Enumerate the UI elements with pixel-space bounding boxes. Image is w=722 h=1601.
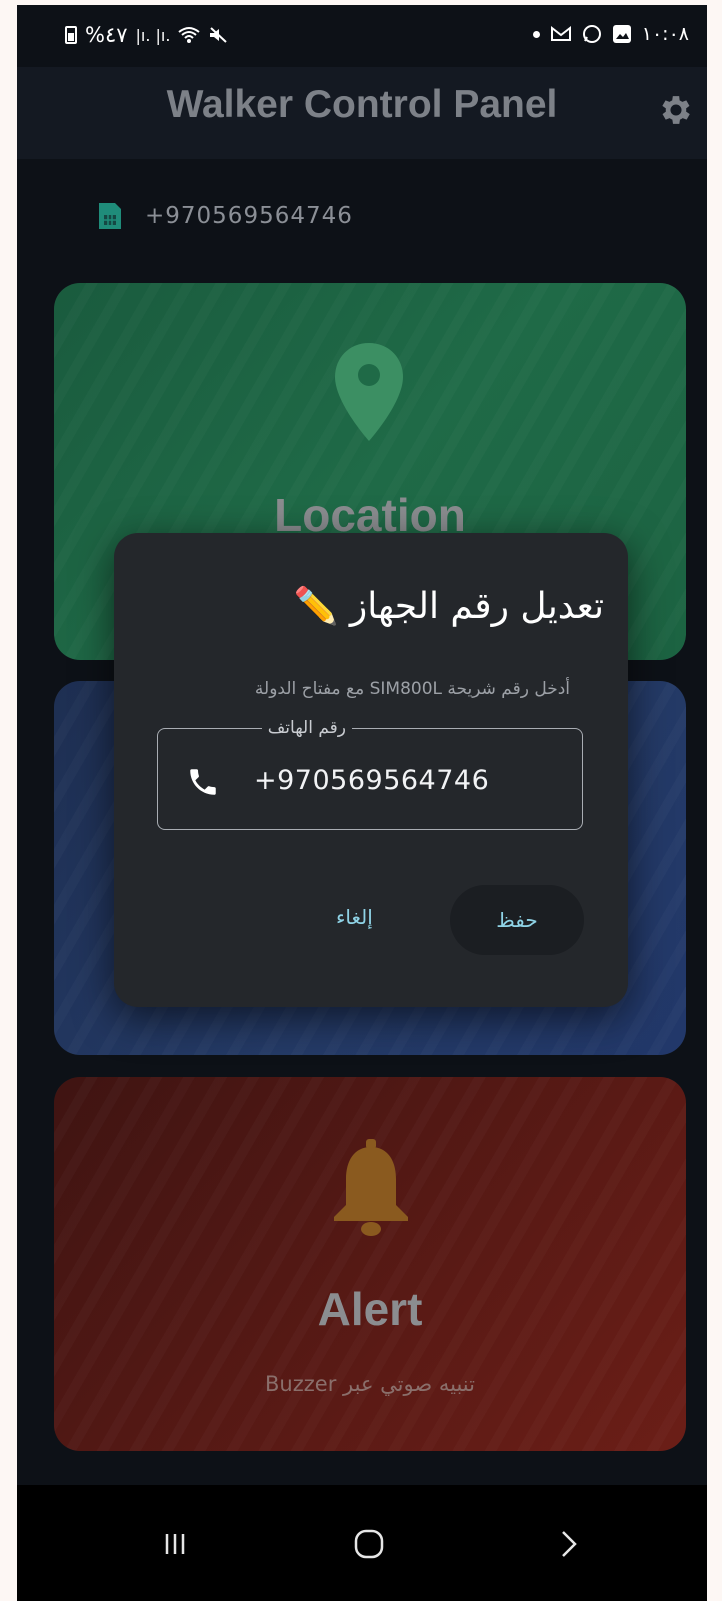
whatsapp-icon (582, 25, 601, 43)
recents-button[interactable] (145, 1519, 205, 1569)
alert-card[interactable]: Alert Buzzer تنبيه صوتي عبر (54, 1077, 686, 1451)
save-button[interactable]: حفظ (450, 885, 584, 955)
dialog-description: أدخل رقم شريحة SIM800L مع مفتاح الدولة (254, 679, 570, 699)
battery-percent: %٤٧ (85, 23, 128, 47)
home-button[interactable] (339, 1519, 399, 1569)
alert-subtitle: Buzzer تنبيه صوتي عبر (265, 1372, 475, 1396)
gallery-icon (612, 25, 631, 43)
mute-icon (210, 27, 228, 43)
recents-icon (165, 1534, 185, 1554)
status-right: ١٠:٠٨ (532, 23, 689, 45)
app-bar: Walker Control Panel (17, 67, 707, 159)
sim-row: +970569564746 (97, 201, 353, 231)
status-left: %٤٧ |ı. |ı. (65, 23, 228, 47)
battery-icon (65, 26, 77, 44)
phone-field-value[interactable]: +970569564746 (254, 765, 489, 796)
back-icon (562, 1531, 577, 1557)
navigation-bar (17, 1485, 707, 1601)
phone-icon (190, 769, 216, 795)
wifi-icon (178, 27, 201, 43)
sim-number: +970569564746 (145, 203, 353, 229)
app-screen: %٤٧ |ı. |ı. ١٠:٠٨ Walker Control Panel +… (17, 5, 707, 1601)
edit-number-dialog: تعديل رقم الجهاز ✏️ أدخل رقم شريحة SIM80… (114, 533, 628, 1007)
location-pin-icon (335, 343, 403, 441)
phone-field-label: رقم الهاتف (261, 718, 352, 738)
bell-icon (334, 1139, 408, 1236)
signal-text: |ı. |ı. (135, 25, 171, 45)
dot-icon (532, 30, 540, 38)
alert-title: Alert (317, 1283, 423, 1335)
home-icon (354, 1529, 384, 1559)
back-button[interactable] (539, 1519, 599, 1569)
status-bar: %٤٧ |ı. |ı. ١٠:٠٨ (17, 5, 707, 67)
status-time: ١٠:٠٨ (641, 23, 689, 45)
dialog-title: تعديل رقم الجهاز ✏️ (293, 586, 604, 627)
gmail-icon (550, 25, 571, 41)
sim-card-icon (99, 203, 121, 229)
gear-icon[interactable] (657, 91, 695, 129)
app-title: Walker Control Panel (166, 83, 558, 126)
cancel-button[interactable]: إلغاء (336, 905, 373, 929)
